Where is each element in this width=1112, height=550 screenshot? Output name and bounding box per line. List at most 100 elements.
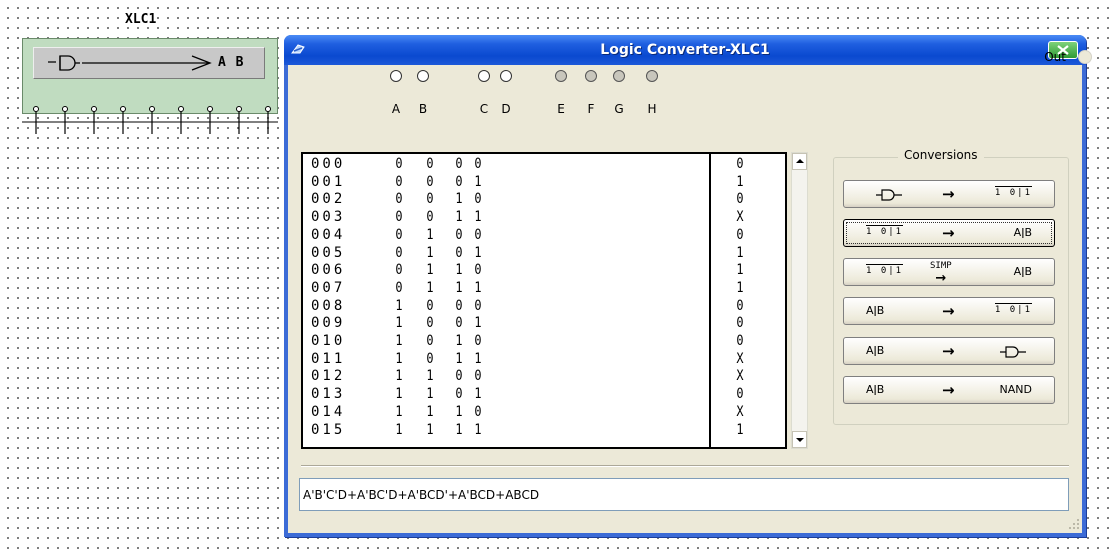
expression-label: AǀB (866, 304, 885, 317)
circuit-to-truth-table-button[interactable]: → 1 0|1 (843, 180, 1055, 208)
table-row[interactable]: 008 1 0 0 0 0 (303, 297, 785, 314)
table-row[interactable]: 000 0 0 0 0 0 (303, 156, 785, 172)
truth-table-scrollbar[interactable] (791, 152, 808, 449)
arrow-icon: → (942, 224, 955, 242)
table-row[interactable]: 002 0 0 1 0 0 (303, 191, 785, 208)
output-cell[interactable]: 0 (734, 387, 746, 401)
table-row[interactable]: 009 1 0 0 1 0 (303, 315, 785, 332)
output-cell[interactable]: X (734, 405, 746, 419)
output-cell[interactable]: 0 (734, 299, 746, 313)
input-cell-c: 0 (455, 244, 463, 261)
component-pin[interactable] (149, 106, 155, 135)
output-cell[interactable]: X (734, 369, 746, 383)
row-index: 011 (311, 350, 346, 367)
expression-field[interactable]: A'B'C'D+A'BC'D+A'BCD'+A'BCD+ABCD (299, 478, 1069, 511)
scroll-up-button[interactable] (792, 153, 807, 170)
component-label: XLC1 (124, 12, 158, 27)
table-row[interactable]: 010 1 0 1 0 0 (303, 333, 785, 349)
input-cell-a: 0 (395, 226, 403, 243)
column-header-h: H (647, 102, 657, 116)
output-cell[interactable]: 0 (734, 157, 746, 171)
simp-arrow: → (935, 271, 947, 286)
row-index: 006 (311, 262, 346, 279)
input-cell-d: 1 (474, 315, 482, 332)
table-row[interactable]: 014 1 1 1 0 X (303, 403, 785, 420)
table-row[interactable]: 011 1 0 1 1 X (303, 350, 785, 367)
down-arrow-icon (796, 438, 804, 442)
truth-table[interactable]: 000 0 0 0 0 0 001 0 0 0 1 1 002 0 0 1 0 0 003 0 0 1 1 X 004 0 1 0 0 0… (301, 152, 787, 449)
title-bar[interactable]: Logic Converter-XLC1 (284, 35, 1086, 65)
component-gate-text: A B (218, 55, 245, 70)
input-indicator-a[interactable] (390, 70, 402, 82)
component-pin[interactable] (91, 106, 97, 135)
input-cell-c: 0 (455, 297, 463, 314)
output-cell[interactable]: 1 (734, 281, 746, 295)
input-cell-c: 1 (455, 333, 463, 349)
output-cell[interactable]: 1 (734, 423, 746, 437)
row-index: 008 (311, 297, 346, 314)
output-cell[interactable]: X (734, 352, 746, 366)
table-row[interactable]: 007 0 1 1 1 1 (303, 281, 785, 296)
component-pin[interactable] (207, 106, 213, 135)
component-pin[interactable] (265, 106, 271, 135)
component-pin[interactable] (236, 106, 242, 135)
output-cell[interactable]: 0 (734, 316, 746, 330)
output-cell[interactable]: 0 (734, 228, 746, 242)
out-label: Out (1044, 50, 1066, 64)
output-cell[interactable]: 1 (734, 246, 746, 260)
input-cell-c: 0 (455, 368, 463, 385)
input-indicator-d[interactable] (500, 70, 512, 82)
input-indicator-g[interactable] (613, 70, 625, 82)
table-row[interactable]: 005 0 1 0 1 1 (303, 244, 785, 261)
output-cell[interactable]: 0 (734, 334, 746, 348)
input-cell-b: 0 (426, 191, 434, 208)
symbol-inner-panel: A B (33, 47, 265, 79)
input-cell-b: 1 (426, 386, 434, 403)
input-indicator-f[interactable] (585, 70, 597, 82)
row-index: 000 (311, 156, 346, 172)
table-row[interactable]: 003 0 0 1 1 X (303, 210, 785, 225)
table-row[interactable]: 012 1 1 0 0 X (303, 368, 785, 385)
arrow-icon: → (942, 342, 955, 360)
component-pin[interactable] (33, 106, 39, 135)
input-cell-b: 1 (426, 403, 434, 420)
table-row[interactable]: 006 0 1 1 0 1 (303, 262, 785, 279)
input-cell-a: 1 (395, 333, 403, 349)
component-pin[interactable] (120, 106, 126, 135)
output-cell[interactable]: 1 (734, 263, 746, 277)
input-indicator-b[interactable] (417, 70, 429, 82)
resize-grip-icon[interactable] (1068, 518, 1080, 530)
expression-label: AǀB (866, 383, 885, 396)
truth-table-to-simplified-expression-button[interactable]: 1 0|1 SIMP → AǀB (843, 258, 1055, 286)
input-cell-d: 1 (474, 386, 482, 403)
input-cell-b: 1 (426, 262, 434, 279)
component-pin[interactable] (62, 106, 68, 135)
logic-converter-symbol[interactable]: A B (22, 38, 278, 114)
input-cell-a: 0 (395, 173, 403, 190)
table-row[interactable]: 001 0 0 0 1 1 (303, 173, 785, 190)
input-indicator-e[interactable] (555, 70, 567, 82)
expression-to-nand-button[interactable]: AǀB → NAND (843, 376, 1055, 404)
row-index: 002 (311, 191, 346, 208)
table-row[interactable]: 004 0 1 0 0 0 (303, 226, 785, 243)
truth-table-icon: 1 0|1 (994, 303, 1032, 315)
output-cell[interactable]: X (734, 210, 746, 224)
expression-to-truth-table-button[interactable]: AǀB → 1 0|1 (843, 297, 1055, 325)
row-index: 010 (311, 333, 346, 349)
row-index: 005 (311, 244, 346, 261)
component-pin[interactable] (178, 106, 184, 135)
input-indicator-c[interactable] (478, 70, 490, 82)
row-index: 015 (311, 421, 346, 438)
input-cell-c: 1 (455, 191, 463, 208)
truth-table-to-expression-button[interactable]: 1 0|1 → AǀB (843, 219, 1055, 247)
output-cell[interactable]: 0 (734, 192, 746, 206)
input-cell-b: 0 (426, 350, 434, 367)
input-indicator-h[interactable] (646, 70, 658, 82)
scroll-down-button[interactable] (792, 431, 807, 448)
table-row[interactable]: 013 1 1 0 1 0 (303, 386, 785, 403)
arrow-icon: → (942, 302, 955, 320)
table-row[interactable]: 015 1 1 1 1 1 (303, 421, 785, 438)
output-cell[interactable]: 1 (734, 175, 746, 189)
input-cell-b: 1 (426, 244, 434, 261)
expression-to-circuit-button[interactable]: AǀB → (843, 337, 1055, 365)
